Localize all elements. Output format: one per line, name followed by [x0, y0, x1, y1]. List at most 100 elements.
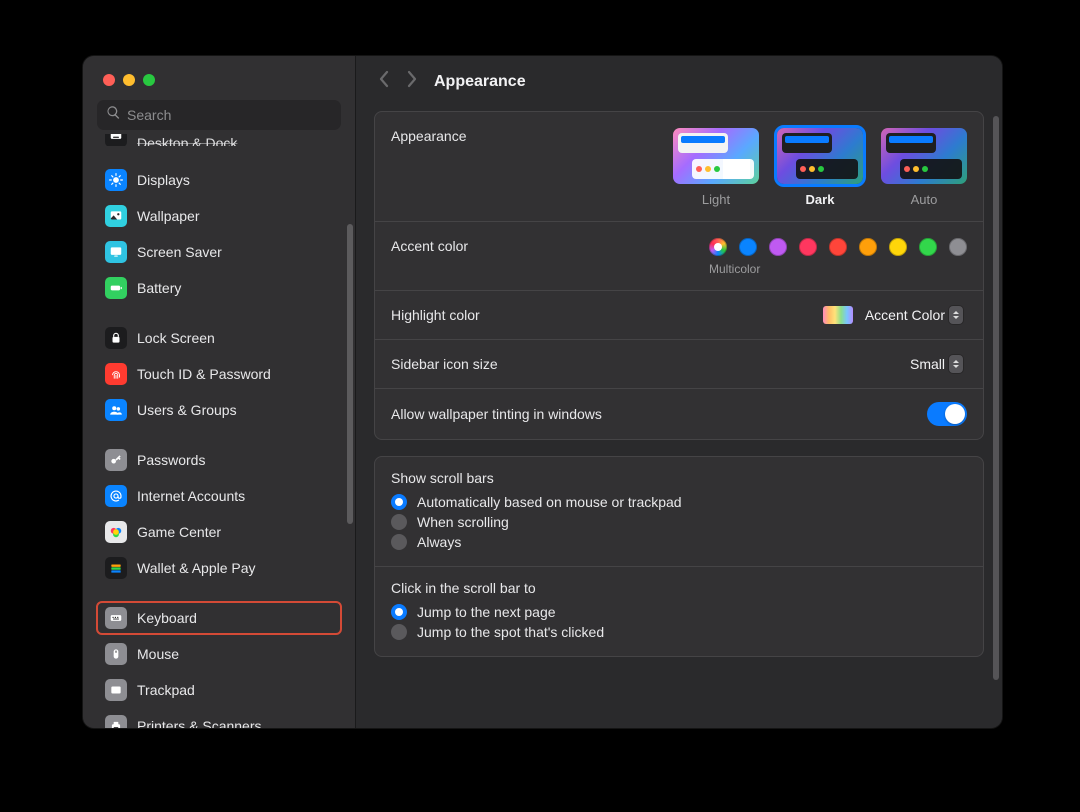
sidebar-item-label: Battery [137, 280, 181, 296]
appearance-option-auto[interactable]: Auto [881, 128, 967, 207]
accent-swatch-bf5af2[interactable] [769, 238, 787, 256]
accent-swatch-32d74b[interactable] [919, 238, 937, 256]
accent-swatch-ff453a[interactable] [829, 238, 847, 256]
row-tinting: Allow wallpaper tinting in windows [375, 389, 983, 439]
section-clickbar: Click in the scroll bar to Jump to the n… [375, 567, 983, 656]
gamecenter-icon [105, 521, 127, 543]
printer-icon [105, 715, 127, 728]
main-pane: Appearance Appearance LightDarkAuto Acce… [356, 56, 1002, 728]
settings-window: Desktop & Dock Displays Wallpaper Screen S… [83, 56, 1002, 728]
appearance-preview [881, 128, 967, 184]
sidebar-item-label: Wallet & Apple Pay [137, 560, 256, 576]
search-icon [106, 105, 121, 125]
sidebar-item-label: Lock Screen [137, 330, 215, 346]
radio-option[interactable]: Automatically based on mouse or trackpad [391, 492, 967, 512]
accent-color-options [709, 238, 967, 256]
radio-option[interactable]: Jump to the spot that's clicked [391, 622, 967, 642]
sidebar-item-displays[interactable]: Displays [97, 164, 341, 196]
radio-option[interactable]: When scrolling [391, 512, 967, 532]
accent-swatch-ff375f[interactable] [799, 238, 817, 256]
sidebar-item-wallet-apple-pay[interactable]: Wallet & Apple Pay [97, 552, 341, 584]
radio-option[interactable]: Jump to the next page [391, 602, 967, 622]
sidebar-item-keyboard[interactable]: Keyboard [97, 602, 341, 634]
sidebar-item-desktop-dock[interactable]: Desktop & Dock [97, 134, 341, 146]
nav-back-button[interactable] [378, 70, 390, 93]
sidebar-item-battery[interactable]: Battery [97, 272, 341, 304]
zoom-button[interactable] [143, 74, 155, 86]
sidebar-item-users-groups[interactable]: Users & Groups [97, 394, 341, 426]
close-button[interactable] [103, 74, 115, 86]
lock-icon [105, 327, 127, 349]
sidebar-item-wallpaper[interactable]: Wallpaper [97, 200, 341, 232]
sidebar-item-game-center[interactable]: Game Center [97, 516, 341, 548]
search-input[interactable] [127, 107, 332, 123]
sidebar-item-passwords[interactable]: Passwords [97, 444, 341, 476]
iconsize-select[interactable]: Small [906, 353, 967, 375]
sidebar-item-mouse[interactable]: Mouse [97, 638, 341, 670]
sidebar-scrollbar[interactable] [347, 224, 353, 524]
panel-scroll: Show scroll bars Automatically based on … [374, 456, 984, 657]
minimize-button[interactable] [123, 74, 135, 86]
sidebar-item-label: Displays [137, 172, 190, 188]
appearance-option-label: Auto [911, 192, 938, 207]
appearance-option-dark[interactable]: Dark [777, 128, 863, 207]
screensaver-icon [105, 241, 127, 263]
sidebar-item-label: Touch ID & Password [137, 366, 271, 382]
radio-indicator [391, 624, 407, 640]
accent-swatch-ffd60a[interactable] [889, 238, 907, 256]
tinting-switch[interactable] [927, 402, 967, 426]
sidebar-item-screen-saver[interactable]: Screen Saver [97, 236, 341, 268]
sidebar-item-lock-screen[interactable]: Lock Screen [97, 322, 341, 354]
accent-swatch-multicolor[interactable] [709, 238, 727, 256]
appearance-option-light[interactable]: Light [673, 128, 759, 207]
radio-option[interactable]: Always [391, 532, 967, 552]
radio-indicator [391, 494, 407, 510]
row-iconsize: Sidebar icon size Small [375, 340, 983, 389]
sidebar-item-label: Users & Groups [137, 402, 237, 418]
highlight-value: Accent Color [865, 307, 945, 323]
accent-swatch-0a84ff[interactable] [739, 238, 757, 256]
sidebar-item-printers-scanners[interactable]: Printers & Scanners [97, 710, 341, 728]
mouse-icon [105, 643, 127, 665]
sidebar-item-label: Screen Saver [137, 244, 222, 260]
section-title: Click in the scroll bar to [391, 580, 967, 596]
main-scrollbar[interactable] [993, 116, 999, 680]
accent-swatch-ff9f0a[interactable] [859, 238, 877, 256]
key-icon [105, 449, 127, 471]
highlight-select[interactable]: Accent Color [823, 304, 967, 326]
at-icon [105, 485, 127, 507]
sidebar-item-internet-accounts[interactable]: Internet Accounts [97, 480, 341, 512]
sidebar-item-label: Internet Accounts [137, 488, 245, 504]
content: Appearance LightDarkAuto Accent color Mu… [356, 105, 1002, 728]
trackpad-icon [105, 679, 127, 701]
sidebar: Desktop & Dock Displays Wallpaper Screen S… [83, 56, 356, 728]
row-label: Allow wallpaper tinting in windows [391, 406, 602, 422]
wallpaper-icon [105, 205, 127, 227]
displays-icon [105, 169, 127, 191]
wallet-icon [105, 557, 127, 579]
highlight-swatch [823, 306, 853, 324]
window-controls [83, 56, 355, 86]
radio-label: Jump to the next page [417, 604, 556, 620]
sidebar-list: Desktop & Dock Displays Wallpaper Screen S… [83, 134, 355, 728]
sidebar-item-label: Passwords [137, 452, 205, 468]
appearance-option-label: Dark [806, 192, 835, 207]
touchid-icon [105, 363, 127, 385]
iconsize-value: Small [910, 356, 945, 372]
accent-swatch-8e8e93[interactable] [949, 238, 967, 256]
appearance-preview [673, 128, 759, 184]
sidebar-item-touch-id-password[interactable]: Touch ID & Password [97, 358, 341, 390]
search-field[interactable] [97, 100, 341, 130]
sidebar-item-label: Trackpad [137, 682, 195, 698]
row-accent: Accent color Multicolor [375, 222, 983, 291]
section-title: Show scroll bars [391, 470, 967, 486]
radio-indicator [391, 534, 407, 550]
radio-indicator [391, 514, 407, 530]
sidebar-item-label: Keyboard [137, 610, 197, 626]
sidebar-item-label: Desktop & Dock [137, 135, 237, 146]
sidebar-item-label: Wallpaper [137, 208, 200, 224]
row-label: Accent color [391, 238, 468, 254]
nav-forward-button[interactable] [406, 70, 418, 93]
users-icon [105, 399, 127, 421]
sidebar-item-trackpad[interactable]: Trackpad [97, 674, 341, 706]
